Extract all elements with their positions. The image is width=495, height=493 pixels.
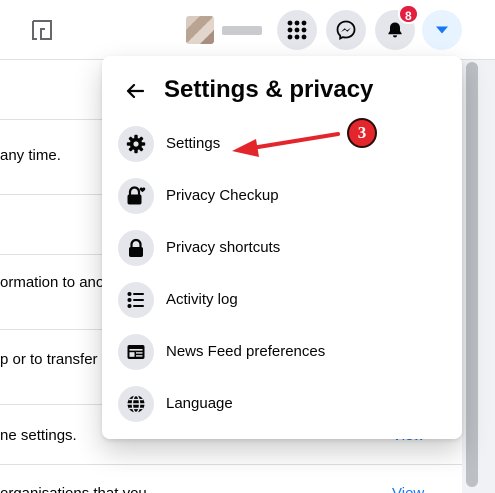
bg-text: ne settings. [0,427,77,444]
list-icon [127,292,144,308]
bg-text: ormation to anot [0,274,109,291]
lock-icon [129,238,143,257]
scrollbar-thumb[interactable] [466,62,478,487]
messenger-icon [336,20,356,40]
menu-item-news-feed-preferences[interactable]: News Feed preferences [110,328,454,376]
news-feed-icon [127,345,145,359]
menu-item-icon-bg [118,386,154,422]
messenger-button[interactable] [326,10,366,50]
step-number-badge: 3 [347,118,377,148]
bg-text: p or to transfer to [0,351,115,368]
menu-item-icon-bg [118,126,154,162]
caret-down-icon [436,26,448,34]
menu-item-icon-bg [118,178,154,214]
panel-title: Settings & privacy [164,76,374,103]
menu-item-label: Settings [166,135,221,152]
account-menu-button[interactable] [422,10,462,50]
back-button[interactable] [118,74,152,108]
settings-privacy-panel: Settings & privacy Settings Privacy Chec… [102,56,462,439]
lock-heart-icon [127,186,146,205]
menu-item-label: Language [166,395,233,412]
menu-grid-icon [287,20,307,40]
gear-icon [126,134,146,154]
menu-item-settings[interactable]: Settings [110,120,454,168]
top-navigation-bar: 8 [0,0,495,60]
menu-grid-button[interactable] [277,10,317,50]
menu-item-language[interactable]: Language [110,380,454,428]
bg-section: organisations that you View [0,465,462,493]
bg-text: any time. [0,147,61,164]
menu-item-icon-bg [118,282,154,318]
menu-item-label: Privacy shortcuts [166,239,281,256]
menu-item-activity-log[interactable]: Activity log [110,276,454,324]
menu-item-label: News Feed preferences [166,343,326,360]
menu-item-label: Activity log [166,291,238,308]
bell-icon [388,22,402,38]
arrow-left-icon [126,83,145,99]
profile-name-blurred [222,26,262,35]
ghost-square-icon [32,20,52,40]
menu-item-privacy-checkup[interactable]: Privacy Checkup [110,172,454,220]
profile-link[interactable] [186,14,264,46]
notification-count-badge: 8 [398,4,419,24]
menu-item-icon-bg [118,334,154,370]
menu-item-icon-bg [118,230,154,266]
view-link[interactable]: View [392,485,424,493]
menu-item-privacy-shortcuts[interactable]: Privacy shortcuts [110,224,454,272]
globe-icon [127,394,145,414]
avatar [186,16,214,44]
bg-text: organisations that you [0,485,147,493]
menu-item-label: Privacy Checkup [166,187,279,204]
